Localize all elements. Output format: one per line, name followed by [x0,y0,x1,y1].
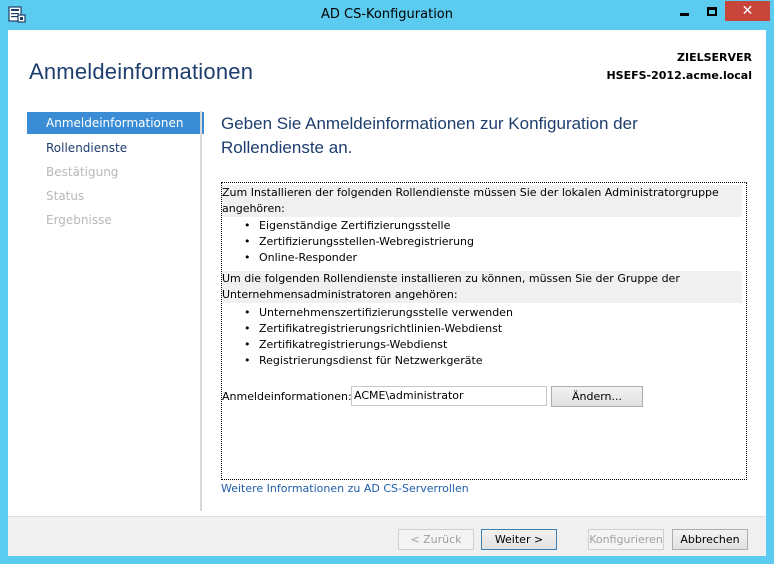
minimize-icon [680,12,689,16]
page-title: Anmeldeinformationen [29,59,254,84]
list-item: Zertifizierungsstellen-Webregistrierung [222,234,742,250]
next-button[interactable]: Weiter > [481,529,557,550]
enterprise-admin-service-list: Unternehmenszertifizierungsstelle verwen… [222,305,742,369]
nav-item-progress: Status [46,189,85,203]
close-button[interactable]: ✕ [725,1,770,21]
wizard-navigation: Anmeldeinformationen Rollendienste Bestä… [27,112,204,232]
list-item: Registrierungsdienst für Netzwerkgeräte [222,353,742,369]
cancel-button[interactable]: Abbrechen [672,529,748,550]
back-button[interactable]: < Zurück [398,529,474,550]
local-admin-service-list: Eigenständige Zertifizierungsstelle Zert… [222,218,742,266]
list-item: Online-Responder [222,250,742,266]
close-icon: ✕ [741,3,754,19]
maximize-icon [706,6,717,16]
nav-item-results: Ergebnisse [46,213,112,227]
credentials-field[interactable]: ACME\administrator [351,386,547,406]
target-server-name: HSEFS-2012.acme.local [606,69,752,82]
nav-item-role-services[interactable]: Rollendienste [27,136,204,160]
title-bar[interactable]: AD CS-Konfiguration ✕ [0,0,774,30]
section-heading: Geben Sie Anmeldeinformationen zur Konfi… [221,114,638,157]
nav-item-credentials[interactable]: Anmeldeinformationen [27,112,204,134]
enterprise-admin-text: Um die folgenden Rollendienste installie… [222,271,742,303]
list-item: Eigenständige Zertifizierungsstelle [222,218,742,234]
nav-item-confirmation: Bestätigung [46,165,119,179]
dialog-client-area: Anmeldeinformationen ZIELSERVER HSEFS-20… [8,30,766,556]
maximize-button[interactable] [698,1,725,21]
button-bar: < Zurück Weiter > Konfigurieren Abbreche… [8,516,766,556]
configure-button[interactable]: Konfigurieren [588,529,664,550]
target-server-label: ZIELSERVER [677,51,752,64]
credentials-label: Anmeldeinformationen: [222,390,352,403]
minimize-button[interactable] [671,1,698,21]
more-info-link[interactable]: Weitere Informationen zu AD CS-Serverrol… [221,482,469,495]
window-title: AD CS-Konfiguration [320,7,454,22]
list-item: Zertifikatregistrierungsrichtlinien-Webd… [222,321,742,337]
list-item: Unternehmenszertifizierungsstelle verwen… [222,305,742,321]
local-admin-text: Zum Installieren der folgenden Rollendie… [222,185,742,217]
list-item: Zertifikatregistrierungs-Webdienst [222,337,742,353]
content-panel: Zum Installieren der folgenden Rollendie… [221,182,747,480]
nav-divider [200,111,202,511]
dialog-window: AD CS-Konfiguration ✕ Anmeldeinformation… [0,0,774,564]
change-credentials-button[interactable]: Ändern... [551,386,643,407]
